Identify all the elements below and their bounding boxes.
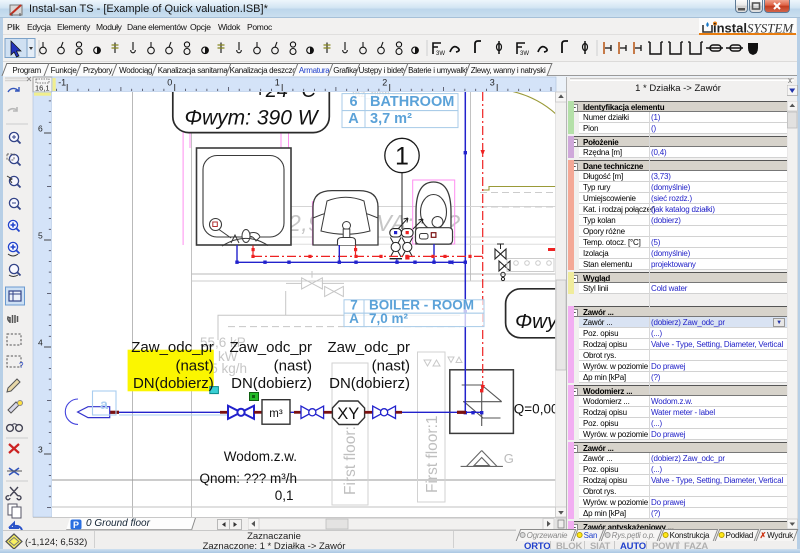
svg-text:DN(dobierz): DN(dobierz) xyxy=(133,375,214,392)
svg-text:Wodom.z.w.: Wodom.z.w. xyxy=(224,449,297,464)
svg-text:P: P xyxy=(73,519,79,529)
svg-text:A: A xyxy=(348,111,359,127)
svg-text:16,1: 16,1 xyxy=(35,84,50,93)
svg-text:Qnom: ??? m³/h: Qnom: ??? m³/h xyxy=(199,471,297,486)
svg-text:Zaw_odc_pr: Zaw_odc_pr xyxy=(131,339,214,356)
svg-text:Zaw_odc_pr: Zaw_odc_pr xyxy=(327,339,410,356)
svg-text:6: 6 xyxy=(349,94,357,110)
svg-text:G: G xyxy=(504,451,514,466)
svg-text:Φwym: 390 W: Φwym: 390 W xyxy=(184,107,319,130)
svg-text:7,0 m²: 7,0 m² xyxy=(369,311,409,326)
svg-text:3,7 m²: 3,7 m² xyxy=(370,111,412,127)
svg-text:5: 5 xyxy=(38,231,43,241)
svg-text:(nast): (nast) xyxy=(274,358,312,375)
svg-text:DN(dobierz): DN(dobierz) xyxy=(329,375,410,392)
svg-text:1: 1 xyxy=(275,78,280,88)
svg-text:?: ? xyxy=(19,361,24,370)
svg-text:3: 3 xyxy=(38,445,43,455)
svg-text:Q=0,00: Q=0,00 xyxy=(514,402,559,417)
svg-text:(nast): (nast) xyxy=(175,358,213,375)
svg-text:BATHROOM: BATHROOM xyxy=(370,94,454,110)
svg-text:1: 1 xyxy=(395,143,409,171)
svg-text:m³: m³ xyxy=(269,408,283,420)
svg-text:-1: -1 xyxy=(58,78,66,88)
svg-text:First floor:1: First floor:1 xyxy=(424,415,441,493)
svg-text:A: A xyxy=(349,311,359,326)
svg-text:0,1: 0,1 xyxy=(275,488,294,503)
svg-text:(nast): (nast) xyxy=(372,358,410,375)
svg-text:3: 3 xyxy=(490,78,495,88)
svg-text:2: 2 xyxy=(382,78,387,88)
svg-text:0: 0 xyxy=(167,78,172,88)
svg-text:First floor:1: First floor:1 xyxy=(342,417,359,495)
svg-text:XY: XY xyxy=(337,405,359,423)
svg-text:Zaw_odc_pr: Zaw_odc_pr xyxy=(229,339,312,356)
svg-text:a: a xyxy=(100,396,108,412)
svg-text:4: 4 xyxy=(38,338,43,348)
svg-text:DN(dobierz): DN(dobierz) xyxy=(231,375,312,392)
svg-text:6: 6 xyxy=(38,124,43,134)
